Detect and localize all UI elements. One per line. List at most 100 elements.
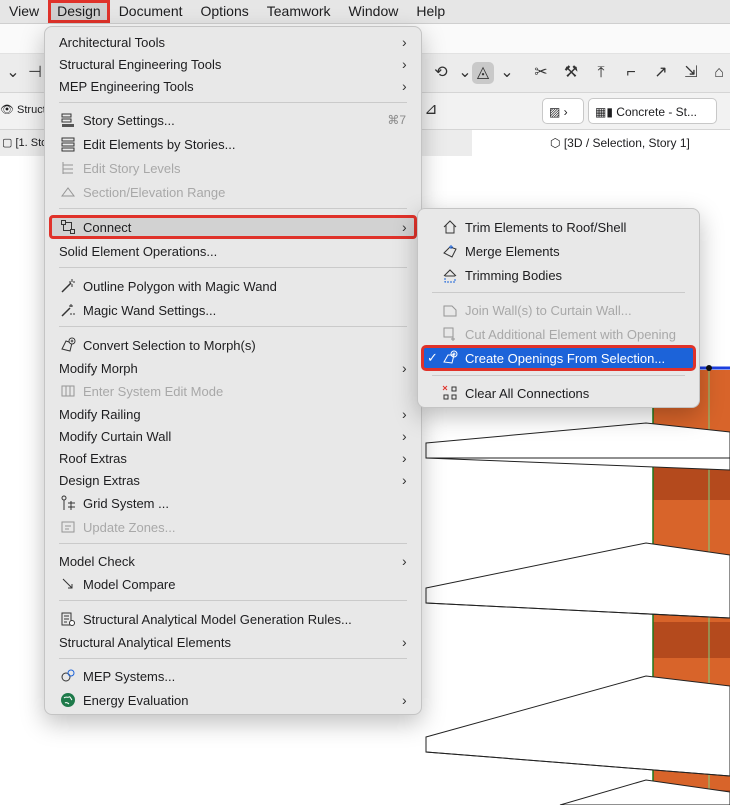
model-check-item[interactable]: Model Check › [50, 550, 416, 572]
guide-line-icon[interactable]: ⊣ [24, 62, 46, 84]
checkmark-icon: ✓ [427, 350, 438, 365]
trim-roof-icon [441, 218, 459, 236]
modify-railing-item[interactable]: Modify Railing › [50, 403, 416, 425]
stories-edit-icon [59, 135, 77, 153]
design-extras-item[interactable]: Design Extras › [50, 469, 416, 491]
story-settings-icon [59, 111, 77, 129]
magic-wand-settings-icon [59, 301, 77, 319]
chevron-right-icon: › [402, 692, 407, 708]
separator [432, 375, 685, 376]
mep-engineering-tools-item[interactable]: MEP Engineering Tools › [50, 75, 416, 97]
chevron-right-icon: › [402, 360, 407, 376]
item-label: Grid System ... [83, 495, 169, 511]
magic-wand-icon[interactable]: ⚒ [560, 62, 582, 84]
offset-icon[interactable]: ⤒ [590, 62, 612, 84]
clear-connections-item[interactable]: Clear All Connections [423, 382, 694, 404]
separator [59, 267, 407, 268]
edit-elements-by-stories-item[interactable]: Edit Elements by Stories... [50, 133, 416, 155]
create-openings-item[interactable]: ✓ Create Openings From Selection... [421, 345, 696, 371]
chevron-right-icon: › [402, 34, 407, 50]
structural-engineering-tools-item[interactable]: Structural Engineering Tools › [50, 53, 416, 75]
join-wall-icon [441, 301, 459, 319]
story-settings-item[interactable]: Story Settings... ⌘7 [50, 109, 416, 131]
separator [59, 600, 407, 601]
menu-teamwork[interactable]: Teamwork [258, 0, 340, 23]
shell-icon[interactable]: ◬ [472, 62, 494, 84]
item-label: Cut Additional Element with Opening [465, 326, 677, 342]
grid-system-icon [59, 494, 77, 512]
grid-system-item[interactable]: Grid System ... [50, 492, 416, 514]
item-label: Energy Evaluation [83, 692, 189, 708]
menu-document[interactable]: Document [110, 0, 192, 23]
separator [59, 658, 407, 659]
chevron-right-icon: › [402, 450, 407, 466]
modify-curtain-wall-item[interactable]: Modify Curtain Wall › [50, 425, 416, 447]
corner-icon[interactable]: ⌐ [620, 62, 642, 84]
chevron-right-icon: › [402, 56, 407, 72]
item-label: MEP Systems... [83, 668, 176, 684]
section-range-icon [59, 183, 77, 201]
mep-systems-item[interactable]: MEP Systems... [50, 665, 416, 687]
update-zones-item: Update Zones... [50, 516, 416, 538]
scissors-icon[interactable]: ✂ [530, 62, 552, 84]
separator [59, 543, 407, 544]
edit-icon[interactable]: ⊿ [420, 99, 442, 121]
connect-item[interactable]: Connect › [49, 215, 417, 239]
item-label: Solid Element Operations... [59, 243, 218, 259]
item-label: MEP Engineering Tools [59, 78, 194, 94]
design-menu: Architectural Tools › Structural Enginee… [44, 26, 422, 715]
story-levels-icon [59, 159, 77, 177]
home-icon[interactable]: ⌂ [708, 62, 730, 84]
solid-element-operations-item[interactable]: Solid Element Operations... [50, 240, 416, 262]
architectural-tools-item[interactable]: Architectural Tools › [50, 31, 416, 53]
material-selector[interactable]: ▦▮ Concrete - St... [588, 98, 717, 124]
merge-icon [441, 242, 459, 260]
menu-design[interactable]: Design [48, 0, 110, 23]
magic-wand-settings-item[interactable]: Magic Wand Settings... [50, 299, 416, 321]
item-label: Magic Wand Settings... [83, 302, 217, 318]
morph-icon [59, 336, 77, 354]
resize-icon[interactable]: ⇲ [680, 62, 702, 84]
model-compare-item[interactable]: Model Compare [50, 573, 416, 595]
zones-icon [59, 518, 77, 536]
tab-3d-view[interactable]: ⬡ [3D / Selection, Story 1] [550, 130, 690, 156]
chevron-right-icon: › [402, 634, 407, 650]
item-label: Edit Story Levels [83, 160, 181, 176]
curve-icon[interactable]: ↗ [650, 62, 672, 84]
item-label: Outline Polygon with Magic Wand [83, 278, 277, 294]
convert-selection-morph-item[interactable]: Convert Selection to Morph(s) [50, 334, 416, 356]
trimming-bodies-item[interactable]: Trimming Bodies [423, 264, 694, 286]
item-label: Update Zones... [83, 519, 176, 535]
chevron-right-icon: › [402, 553, 407, 569]
item-label: Join Wall(s) to Curtain Wall... [465, 302, 632, 318]
item-label: Structural Analytical Model Generation R… [83, 611, 352, 627]
modify-morph-item[interactable]: Modify Morph › [50, 357, 416, 379]
item-label: Modify Morph [59, 360, 138, 376]
separator [59, 102, 407, 103]
connect-icon [59, 218, 77, 236]
chevron-right-icon: › [402, 428, 407, 444]
outline-polygon-item[interactable]: Outline Polygon with Magic Wand [50, 275, 416, 297]
structural-analytical-rules-item[interactable]: Structural Analytical Model Generation R… [50, 608, 416, 630]
menu-window[interactable]: Window [340, 0, 408, 23]
menu-view[interactable]: View [0, 0, 48, 23]
menu-options[interactable]: Options [192, 0, 258, 23]
trim-to-roof-item[interactable]: Trim Elements to Roof/Shell [423, 216, 694, 238]
item-label: Structural Engineering Tools [59, 56, 222, 72]
item-label: Modify Railing [59, 406, 141, 422]
chevron-down-icon[interactable]: ⌄ [496, 62, 518, 84]
dropdown-icon[interactable]: ⌄ [2, 62, 24, 84]
menu-help[interactable]: Help [407, 0, 454, 23]
rotate-icon[interactable]: ⟲ [430, 62, 452, 84]
merge-elements-item[interactable]: Merge Elements [423, 240, 694, 262]
structural-analytical-elements-item[interactable]: Structural Analytical Elements › [50, 631, 416, 653]
hatch-selector[interactable]: ▨ › [542, 98, 584, 124]
material-icon: ▦▮ [595, 105, 613, 119]
roof-extras-item[interactable]: Roof Extras › [50, 447, 416, 469]
globe-icon [59, 691, 77, 709]
compare-icon [59, 575, 77, 593]
create-openings-icon [441, 349, 459, 367]
item-label: Modify Curtain Wall [59, 428, 172, 444]
energy-evaluation-item[interactable]: Energy Evaluation › [50, 689, 416, 711]
item-label: Architectural Tools [59, 34, 165, 50]
